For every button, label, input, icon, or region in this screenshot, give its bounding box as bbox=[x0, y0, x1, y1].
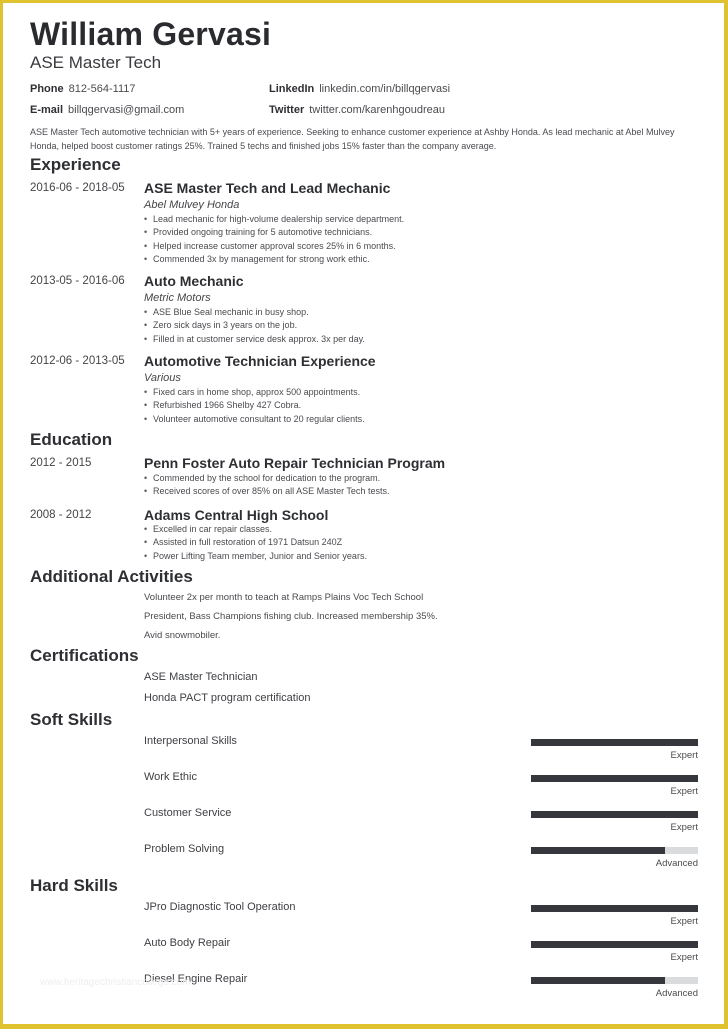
education-school: Adams Central High School bbox=[144, 507, 329, 523]
skill-name: Customer Service bbox=[144, 807, 232, 819]
contact-value[interactable]: linkedin.com/in/billqgervasi bbox=[319, 83, 450, 95]
experience-dates: 2016-06 - 2018-05 bbox=[30, 182, 125, 194]
contact-value[interactable]: billqgervasi@gmail.com bbox=[68, 104, 184, 116]
bullet: Received scores of over 85% on all ASE M… bbox=[144, 485, 389, 498]
skill-level-label: Expert bbox=[670, 750, 698, 761]
section-heading-hard-skills: Hard Skills bbox=[30, 876, 118, 895]
bullet: Helped increase customer approval scores… bbox=[144, 240, 404, 253]
contact-linkedin: LinkedIn linkedin.com/in/billqgervasi bbox=[269, 83, 450, 95]
experience-role: Auto Mechanic bbox=[144, 273, 244, 289]
skill-level-bar-fill bbox=[531, 811, 698, 818]
bullet: Volunteer automotive consultant to 20 re… bbox=[144, 413, 365, 426]
experience-org: Metric Motors bbox=[144, 292, 211, 304]
skill-name: Problem Solving bbox=[144, 843, 225, 855]
bullet: Zero sick days in 3 years on the job. bbox=[144, 319, 365, 332]
skill-level-bar bbox=[531, 977, 698, 984]
experience-bullets: Fixed cars in home shop, approx 500 appo… bbox=[144, 386, 365, 426]
contact-email: E-mail billqgervasi@gmail.com bbox=[30, 104, 184, 116]
section-heading-education: Education bbox=[30, 430, 113, 449]
watermark: www.heritagechristiancollege.com bbox=[40, 977, 191, 988]
skill-level-bar-fill bbox=[531, 739, 698, 746]
education-bullets: Excelled in car repair classes. Assisted… bbox=[144, 523, 367, 563]
candidate-name: William Gervasi bbox=[30, 16, 272, 52]
bullet: Provided ongoing training for 5 automoti… bbox=[144, 226, 404, 239]
section-heading-soft-skills: Soft Skills bbox=[30, 710, 113, 729]
education-dates: 2008 - 2012 bbox=[30, 509, 92, 521]
skill-level-label: Advanced bbox=[655, 858, 698, 869]
contact-label: Twitter bbox=[269, 104, 305, 116]
contact-twitter: Twitter twitter.com/karenhgoudreau bbox=[269, 104, 445, 116]
bullet: ASE Blue Seal mechanic in busy shop. bbox=[144, 306, 365, 319]
certification-item: Honda PACT program certification bbox=[144, 692, 311, 704]
skill-level-label: Expert bbox=[670, 786, 698, 797]
contact-value[interactable]: twitter.com/karenhgoudreau bbox=[309, 104, 445, 116]
experience-bullets: ASE Blue Seal mechanic in busy shop. Zer… bbox=[144, 306, 365, 346]
skill-name: JPro Diagnostic Tool Operation bbox=[144, 901, 296, 913]
bullet: Excelled in car repair classes. bbox=[144, 523, 367, 536]
skill-level-bar-fill bbox=[531, 775, 698, 782]
skill-level-bar bbox=[531, 941, 698, 948]
certification-item: ASE Master Technician bbox=[144, 671, 258, 683]
experience-dates: 2013-05 - 2016-06 bbox=[30, 275, 125, 287]
activity-item: Volunteer 2x per month to teach at Ramps… bbox=[144, 592, 424, 603]
experience-bullets: Lead mechanic for high-volume dealership… bbox=[144, 213, 404, 266]
bullet: Commended 3x by management for strong wo… bbox=[144, 253, 404, 266]
skill-level-bar-fill bbox=[531, 905, 698, 912]
skill-level-bar-fill bbox=[531, 941, 698, 948]
skill-level-bar bbox=[531, 739, 698, 746]
skill-level-label: Expert bbox=[670, 952, 698, 963]
contact-label: LinkedIn bbox=[269, 83, 315, 95]
activity-item: President, Bass Champions fishing club. … bbox=[144, 611, 438, 622]
experience-dates: 2012-06 - 2013-05 bbox=[30, 355, 125, 367]
skill-level-bar-fill bbox=[531, 847, 665, 854]
skill-level-bar bbox=[531, 905, 698, 912]
skill-level-label: Expert bbox=[670, 822, 698, 833]
contact-label: E-mail bbox=[30, 104, 64, 116]
skill-name: Work Ethic bbox=[144, 771, 197, 783]
section-heading-activities: Additional Activities bbox=[30, 567, 193, 586]
skill-level-bar-fill bbox=[531, 977, 665, 984]
education-bullets: Commended by the school for dedication t… bbox=[144, 472, 389, 499]
bullet: Assisted in full restoration of 1971 Dat… bbox=[144, 536, 367, 549]
bullet: Commended by the school for dedication t… bbox=[144, 472, 389, 485]
experience-org: Various bbox=[144, 372, 181, 384]
contact-label: Phone bbox=[30, 83, 64, 95]
experience-role: Automotive Technician Experience bbox=[144, 353, 376, 369]
education-dates: 2012 - 2015 bbox=[30, 457, 92, 469]
contact-value: 812-564-1117 bbox=[68, 83, 136, 95]
section-heading-experience: Experience bbox=[30, 155, 121, 174]
education-school: Penn Foster Auto Repair Technician Progr… bbox=[144, 455, 446, 471]
experience-role: ASE Master Tech and Lead Mechanic bbox=[144, 180, 391, 196]
skill-level-bar bbox=[531, 811, 698, 818]
skill-level-bar bbox=[531, 847, 698, 854]
skill-name: Auto Body Repair bbox=[144, 937, 231, 949]
contact-phone: Phone 812-564-1117 bbox=[30, 83, 136, 95]
bullet: Filled in at customer service desk appro… bbox=[144, 333, 365, 346]
activity-item: Avid snowmobiler. bbox=[144, 630, 221, 641]
summary: ASE Master Tech automotive technician wi… bbox=[30, 127, 675, 151]
bullet: Power Lifting Team member, Junior and Se… bbox=[144, 550, 367, 563]
skill-level-label: Advanced bbox=[655, 988, 698, 999]
candidate-title: ASE Master Tech bbox=[30, 53, 162, 72]
skill-level-bar bbox=[531, 775, 698, 782]
section-heading-certifications: Certifications bbox=[30, 646, 139, 665]
bullet: Lead mechanic for high-volume dealership… bbox=[144, 213, 404, 226]
experience-org: Abel Mulvey Honda bbox=[144, 199, 240, 211]
skill-name: Interpersonal Skills bbox=[144, 735, 237, 747]
skill-level-label: Expert bbox=[670, 916, 698, 927]
bullet: Fixed cars in home shop, approx 500 appo… bbox=[144, 386, 365, 399]
bullet: Refurbished 1966 Shelby 427 Cobra. bbox=[144, 399, 365, 412]
